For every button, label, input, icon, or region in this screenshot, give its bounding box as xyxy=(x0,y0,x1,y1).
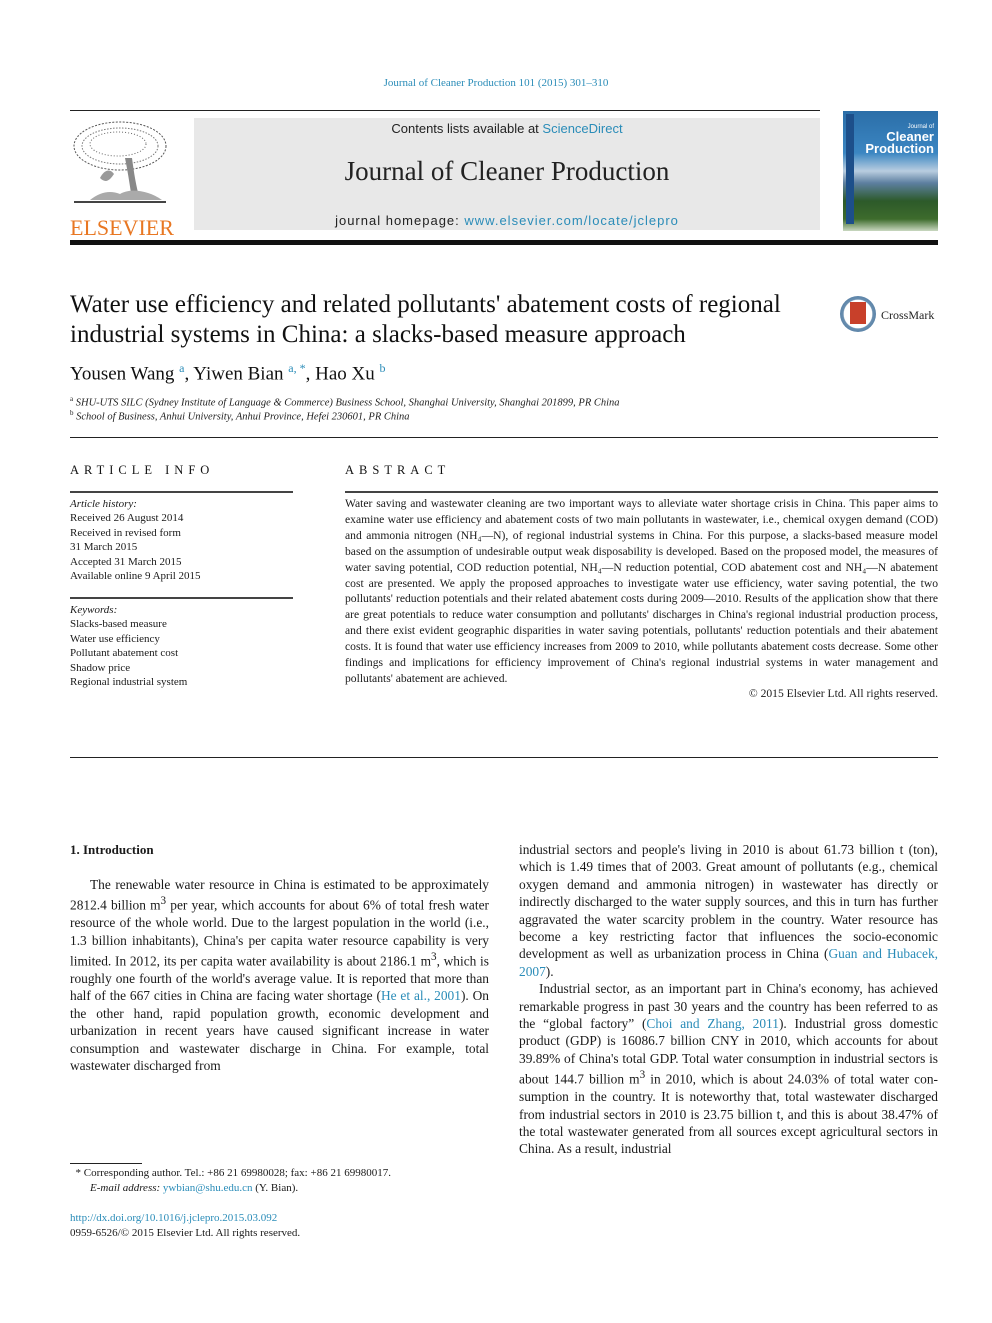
affiliation-mark: b xyxy=(70,409,74,417)
footnote: * Corresponding author. Tel.: +86 21 699… xyxy=(70,1166,391,1196)
abstract: ABSTRACT Water saving and wastewater cle… xyxy=(345,463,938,700)
text-run: industrial sectors and people's living i… xyxy=(519,842,938,962)
sciencedirect-link[interactable]: ScienceDirect xyxy=(542,121,622,136)
section-divider xyxy=(70,757,938,758)
homepage-link[interactable]: www.elsevier.com/locate/jclepro xyxy=(464,213,679,228)
elsevier-logo[interactable]: ELSEVIER xyxy=(70,118,174,240)
section-divider xyxy=(70,437,938,438)
author-affiliation-mark[interactable]: a, * xyxy=(288,361,305,375)
affiliation-text: School of Business, Anhui University, An… xyxy=(76,411,410,423)
paragraph: industrial sectors and people's living i… xyxy=(519,841,938,980)
article-title: Water use efficiency and related polluta… xyxy=(70,291,781,348)
journal-masthead: Contents lists available at ScienceDirec… xyxy=(194,118,820,230)
body-column-right: industrial sectors and people's living i… xyxy=(519,841,938,1158)
crossmark-ribbon-icon xyxy=(850,302,866,324)
crossmark-button[interactable]: CrossMark xyxy=(840,296,940,336)
header-rule-top xyxy=(70,110,820,111)
citation-link[interactable]: Choi and Zhang, 2011 xyxy=(646,1016,779,1031)
section-heading: 1. Introduction xyxy=(70,842,154,857)
keyword-item: Regional industrial system xyxy=(70,676,188,688)
journal-title: Journal of Cleaner Production xyxy=(344,156,670,186)
journal-cover-image[interactable]: Journal of Cleaner Production xyxy=(843,111,938,231)
text-run: ). xyxy=(545,963,554,979)
elsevier-wordmark: ELSEVIER xyxy=(70,215,174,240)
author-affiliation-mark[interactable]: a xyxy=(179,361,184,375)
keywords-rule xyxy=(70,596,293,599)
cover-title-line2: Production xyxy=(865,141,934,156)
header-rule-bottom xyxy=(70,240,938,245)
article-info-rule xyxy=(70,490,293,493)
citation-link[interactable]: He et al., 2001 xyxy=(381,988,461,1003)
cover-stripe xyxy=(846,114,854,224)
history-item: Received in revised form xyxy=(70,526,181,539)
author-list: Yousen Wang a, Yiwen Bian a, *, Hao Xu b xyxy=(70,361,386,385)
keyword-item: Water use efficiency xyxy=(70,632,160,645)
footnote-mark: * xyxy=(75,1167,82,1179)
article-info: ARTICLE INFO Article history: Received 2… xyxy=(70,463,293,690)
keyword-item: Pollutant abatement cost xyxy=(70,647,179,659)
contents-prefix: Contents lists available at xyxy=(391,121,543,136)
author-name[interactable]: Yiwen Bian xyxy=(193,363,283,384)
keywords-label: Keywords: xyxy=(70,603,118,616)
author-name[interactable]: Yousen Wang xyxy=(70,363,174,384)
running-head[interactable]: Journal of Cleaner Production 101 (2015)… xyxy=(0,77,992,89)
keyword-item: Shadow price xyxy=(70,661,131,674)
contents-availability: Contents lists available at ScienceDirec… xyxy=(194,121,820,136)
cover-title: Journal of Cleaner Production xyxy=(865,123,934,155)
corresponding-text: Corresponding author. Tel.: +86 21 69980… xyxy=(83,1167,391,1179)
affiliation-mark: a xyxy=(70,395,74,403)
email-link[interactable]: ywbian@shu.edu.cn xyxy=(163,1182,253,1194)
homepage-prefix: journal homepage: xyxy=(335,213,465,228)
article-info-heading: ARTICLE INFO xyxy=(70,463,215,477)
journal-citation-link[interactable]: Journal of Cleaner Production 101 (2015)… xyxy=(384,77,609,89)
doi-block: http://dx.doi.org/10.1016/j.jclepro.2015… xyxy=(70,1211,300,1241)
keyword-item: Slacks-based measure xyxy=(70,618,167,630)
abstract-rule xyxy=(345,491,938,493)
abstract-heading: ABSTRACT xyxy=(345,463,451,477)
corresponding-author-note: * Corresponding author. Tel.: +86 21 699… xyxy=(70,1166,391,1181)
author-name[interactable]: Hao Xu xyxy=(315,363,375,384)
history-item: Received 26 August 2014 xyxy=(70,512,184,524)
email-label: E-mail address: xyxy=(90,1182,161,1194)
email-suffix: (Y. Bian). xyxy=(252,1182,299,1194)
abstract-text: Water saving and wastewater cleaning are… xyxy=(345,497,938,685)
email-line: E-mail address: ywbian@shu.edu.cn (Y. Bi… xyxy=(70,1181,391,1196)
history-item: Accepted 31 March 2015 xyxy=(70,555,182,568)
body-column-left: The renewable water resource in China is… xyxy=(70,876,489,1074)
issn-line: 0959-6526/© 2015 Elsevier Ltd. All right… xyxy=(70,1227,301,1239)
affiliation: a SHU-UTS SILC (Sydney Institute of Lang… xyxy=(70,395,620,409)
author-affiliation-mark[interactable]: b xyxy=(380,361,386,375)
article-history-label: Article history: xyxy=(70,497,137,510)
doi-link[interactable]: http://dx.doi.org/10.1016/j.jclepro.2015… xyxy=(70,1212,277,1224)
elsevier-tree-icon xyxy=(70,118,170,208)
footnote-rule xyxy=(70,1163,142,1164)
affiliation: b School of Business, Anhui University, … xyxy=(70,409,410,423)
paragraph: Industrial sector, as an important part … xyxy=(519,980,938,1158)
history-item: 31 March 2015 xyxy=(70,541,138,553)
journal-homepage: journal homepage: www.elsevier.com/locat… xyxy=(194,213,820,228)
abstract-copyright: © 2015 Elsevier Ltd. All rights reserved… xyxy=(748,686,938,700)
crossmark-label: CrossMark xyxy=(881,308,935,322)
affiliation-text: SHU-UTS SILC (Sydney Institute of Langua… xyxy=(75,397,620,409)
history-item: Available online 9 April 2015 xyxy=(70,570,201,582)
paragraph: The renewable water resource in China is… xyxy=(70,876,489,1074)
